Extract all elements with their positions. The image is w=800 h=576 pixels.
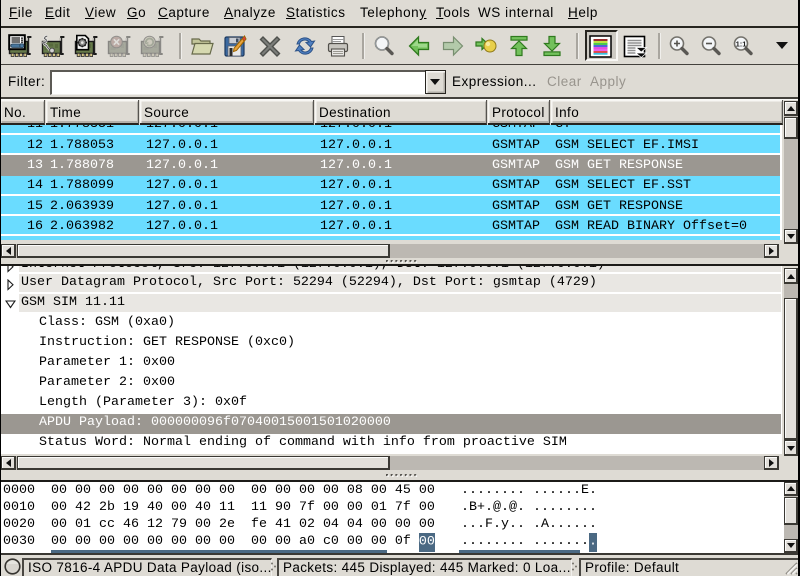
svg-text:1:1: 1:1 bbox=[736, 39, 747, 48]
